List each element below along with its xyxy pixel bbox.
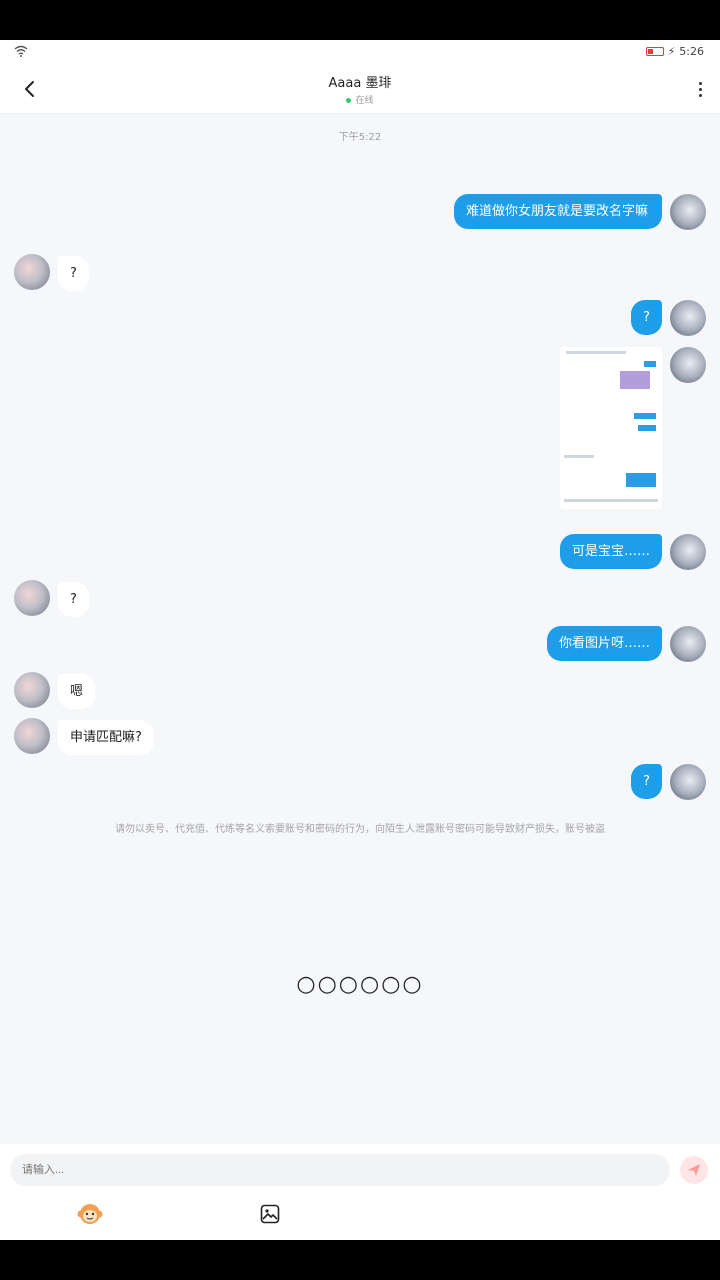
image-icon xyxy=(260,1204,280,1224)
message-input[interactable] xyxy=(10,1154,670,1186)
emoji-button[interactable] xyxy=(76,1200,104,1228)
self-avatar[interactable] xyxy=(670,764,706,800)
image-button[interactable] xyxy=(256,1200,284,1228)
battery-icon xyxy=(645,47,664,56)
more-dot xyxy=(698,87,702,91)
message-bubble-incoming[interactable]: ? xyxy=(58,582,89,617)
contact-avatar[interactable] xyxy=(14,672,50,708)
message-bubble-incoming[interactable]: 申请匹配嘛? xyxy=(58,720,154,755)
screenshot-bubble xyxy=(644,361,656,367)
contact-avatar[interactable] xyxy=(14,254,50,290)
message-bubble-incoming[interactable]: ? xyxy=(58,256,89,291)
online-status: 在线 xyxy=(0,93,720,106)
chat-header: Aaaa 墨琲 在线 xyxy=(0,64,720,114)
chat-screen: ⚡ 5:26 Aaaa 墨琲 在线 下午5:22 难道做你女朋友就是要改名字嘛 … xyxy=(0,40,720,1240)
screenshot-bubble xyxy=(634,413,656,419)
message-bubble-outgoing[interactable]: 可是宝宝…… xyxy=(559,534,662,569)
send-button[interactable] xyxy=(680,1156,708,1184)
message-bubble-outgoing[interactable]: 你看图片呀…… xyxy=(546,626,662,661)
image-message[interactable] xyxy=(560,347,662,509)
input-bar xyxy=(0,1144,720,1240)
screenshot-bubble xyxy=(626,473,656,487)
security-warning: 请勿以卖号、代充值、代练等名义索要账号和密码的行为，向陌生人泄露账号密码可能导致… xyxy=(115,824,605,835)
status-right: ⚡ 5:26 xyxy=(645,45,704,58)
more-dot xyxy=(698,81,702,85)
send-icon xyxy=(688,1164,700,1176)
self-avatar[interactable] xyxy=(670,534,706,570)
message-bubble-outgoing[interactable]: ? xyxy=(631,300,662,335)
self-avatar[interactable] xyxy=(670,194,706,230)
screenshot-image xyxy=(620,371,650,389)
monkey-emoji-icon xyxy=(77,1204,103,1224)
screenshot-line xyxy=(566,351,626,354)
self-avatar[interactable] xyxy=(670,626,706,662)
more-button[interactable] xyxy=(690,74,710,104)
title-area: Aaaa 墨琲 在线 xyxy=(0,72,720,106)
status-bar: ⚡ 5:26 xyxy=(0,40,720,64)
more-dot xyxy=(698,93,702,97)
contact-avatar[interactable] xyxy=(14,718,50,754)
self-avatar[interactable] xyxy=(670,347,706,383)
message-list[interactable]: 下午5:22 难道做你女朋友就是要改名字嘛 ? ? 可是宝宝…… ? 你看图片呀… xyxy=(0,114,720,1144)
message-bubble-outgoing[interactable]: 难道做你女朋友就是要改名字嘛 xyxy=(454,194,662,229)
screenshot-line xyxy=(564,499,658,502)
self-avatar[interactable] xyxy=(670,300,706,336)
message-bubble-incoming[interactable]: 嗯 xyxy=(58,674,96,709)
screenshot-line xyxy=(564,455,594,458)
loading-indicator: ○○○○○○ xyxy=(296,972,424,997)
message-timestamp: 下午5:22 xyxy=(338,132,382,143)
charging-icon: ⚡ xyxy=(667,45,676,58)
contact-avatar[interactable] xyxy=(14,580,50,616)
screenshot-bubble xyxy=(638,425,656,431)
online-dot-icon xyxy=(346,98,352,103)
chat-title: Aaaa 墨琲 xyxy=(328,76,392,91)
status-time: 5:26 xyxy=(679,45,704,58)
message-bubble-outgoing[interactable]: ? xyxy=(631,764,662,799)
online-label: 在线 xyxy=(355,96,374,106)
wifi-icon xyxy=(14,45,28,60)
